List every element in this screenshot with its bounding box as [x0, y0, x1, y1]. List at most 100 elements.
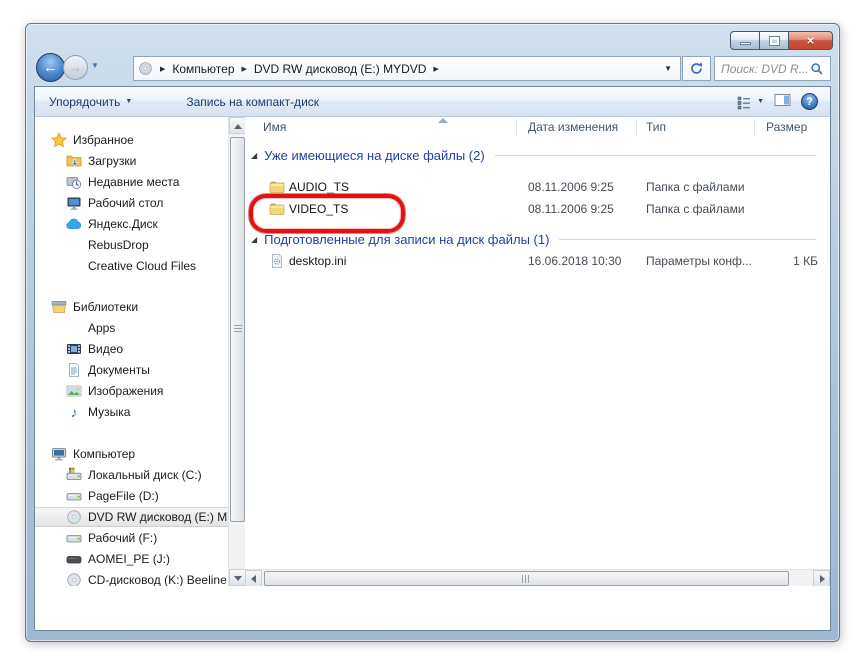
sidebar-item-apps[interactable]: Apps [35, 318, 228, 338]
recent-places-icon [66, 174, 82, 190]
scrollbar-thumb[interactable] [230, 137, 245, 522]
sidebar-item-drive-k[interactable]: CD-дисковод (K:) Beeline [35, 570, 228, 586]
star-icon [51, 132, 67, 148]
burn-to-disc-button[interactable]: Запись на компакт-диск [178, 90, 327, 114]
sidebar-item-creative-cloud-files[interactable]: Creative Cloud Files [35, 256, 228, 276]
group-expanded-icon: ◢ [251, 235, 257, 244]
help-button[interactable]: ? [801, 93, 818, 110]
address-bar[interactable]: ▶ Компьютер ▶ DVD RW дисковод (E:) MYDVD… [133, 56, 681, 81]
scroll-right-button[interactable] [813, 570, 830, 586]
organize-label: Упорядочить [49, 95, 120, 109]
drive-icon [66, 530, 82, 546]
triangle-up-icon [234, 124, 242, 129]
libraries-icon [51, 299, 67, 315]
close-icon: × [807, 33, 815, 48]
scrollbar-grip [522, 575, 531, 583]
file-list-pane: Имя Дата изменения Тип Размер ◢ Уже имею… [245, 117, 830, 569]
search-input[interactable]: Поиск: DVD R... [714, 56, 831, 81]
sidebar-item-label: Музыка [88, 405, 130, 419]
back-button[interactable]: ← [36, 53, 65, 82]
triangle-left-icon [251, 575, 256, 583]
breadcrumb-separator-icon: ▶ [433, 65, 438, 73]
toolbar-right-icons: ▼ ? [736, 92, 830, 111]
sidebar-item-downloads[interactable]: Загрузки [35, 151, 228, 171]
sidebar-item-label: AOMEI_PE (J:) [88, 552, 170, 566]
sidebar-item-label: Изображения [88, 384, 163, 398]
column-divider[interactable] [636, 119, 637, 137]
scrollbar-thumb[interactable] [264, 571, 789, 586]
file-type: Папка с файлами [646, 202, 745, 216]
recent-pages-dropdown[interactable]: ▼ [91, 61, 99, 70]
pictures-icon [66, 383, 82, 399]
navigation-pane: Избранное Загрузки Недавние места [35, 117, 228, 586]
sidebar-item-desktop[interactable]: Рабочий стол [35, 193, 228, 213]
column-header-type[interactable]: Тип [646, 120, 666, 134]
sidebar-item-drive-d[interactable]: PageFile (D:) [35, 486, 228, 506]
group-divider-line [495, 155, 816, 156]
sidebar-item-music[interactable]: ♪ Музыка [35, 402, 228, 422]
forward-button[interactable]: → [63, 55, 88, 80]
triangle-right-icon [820, 575, 825, 583]
group-label: Уже имеющиеся на диске файлы (2) [264, 148, 485, 163]
client-area: Упорядочить ▼ Запись на компакт-диск [34, 86, 831, 631]
refresh-icon [689, 61, 704, 76]
file-date: 16.06.2018 10:30 [528, 254, 621, 268]
scroll-down-button[interactable] [229, 569, 246, 586]
minimize-icon [740, 42, 751, 45]
file-row-desktop-ini[interactable]: desktop.ini 16.06.2018 10:30 Параметры к… [245, 251, 830, 271]
sidebar-item-label: Загрузки [88, 154, 136, 168]
minimize-button[interactable] [730, 31, 760, 50]
file-list-horizontal-scrollbar[interactable] [245, 569, 830, 586]
views-button[interactable]: ▼ [736, 94, 764, 110]
sidebar-item-drive-c[interactable]: Локальный диск (C:) [35, 465, 228, 485]
scroll-left-button[interactable] [245, 570, 262, 586]
sidebar-item-rebusdrop[interactable]: RebusDrop [35, 235, 228, 255]
file-name: desktop.ini [289, 254, 346, 268]
sidebar-item-documents[interactable]: Документы [35, 360, 228, 380]
scroll-up-button[interactable] [229, 117, 246, 134]
search-icon[interactable] [810, 62, 824, 76]
column-header-name[interactable]: Имя [263, 120, 286, 134]
file-size: 1 КБ [754, 254, 818, 268]
sidebar-item-dvd-drive-e[interactable]: DVD RW дисковод (E:) MYD [35, 507, 228, 527]
breadcrumb-item-computer[interactable]: Компьютер [172, 62, 234, 76]
sidebar-item-yandex-disk[interactable]: Яндекс.Диск [35, 214, 228, 234]
sidebar-item-label: Рабочий (F:) [88, 531, 157, 545]
downloads-folder-icon [66, 153, 82, 169]
sidebar-item-label: Избранное [73, 133, 134, 147]
column-divider[interactable] [754, 119, 755, 137]
column-header-size[interactable]: Размер [766, 120, 807, 134]
sidebar-item-computer[interactable]: Компьютер [35, 444, 228, 464]
drive-icon [66, 488, 82, 504]
computer-icon [51, 446, 67, 462]
organize-button[interactable]: Упорядочить ▼ [41, 90, 140, 114]
close-button[interactable]: × [788, 31, 833, 50]
desktop-icon [66, 195, 82, 211]
column-header-date[interactable]: Дата изменения [528, 120, 618, 134]
sidebar-scrollbar[interactable] [228, 117, 245, 586]
sidebar-item-favorites[interactable]: Избранное [35, 130, 228, 150]
chevron-down-icon: ▼ [91, 61, 99, 70]
column-divider[interactable] [516, 119, 517, 137]
breadcrumb-item-dvd-drive[interactable]: DVD RW дисковод (E:) MYDVD [254, 62, 427, 76]
sidebar-item-label: CD-дисковод (K:) Beeline [88, 573, 227, 586]
sidebar-item-label: PageFile (D:) [88, 489, 159, 503]
system-drive-icon [66, 467, 82, 483]
sidebar-item-label: Creative Cloud Files [88, 259, 196, 273]
group-header-existing-files[interactable]: ◢ Уже имеющиеся на диске файлы (2) [245, 145, 820, 165]
window-controls: × [731, 31, 833, 50]
preview-pane-button[interactable] [774, 92, 791, 111]
sidebar-item-videos[interactable]: Видео [35, 339, 228, 359]
sidebar-item-recent-places[interactable]: Недавние места [35, 172, 228, 192]
address-dropdown-icon[interactable]: ▼ [660, 64, 676, 73]
chevron-down-icon: ▼ [757, 98, 764, 105]
sidebar-item-drive-f[interactable]: Рабочий (F:) [35, 528, 228, 548]
dark-drive-icon [66, 551, 82, 567]
sidebar-item-pictures[interactable]: Изображения [35, 381, 228, 401]
sidebar-item-libraries[interactable]: Библиотеки [35, 297, 228, 317]
maximize-button[interactable] [759, 31, 789, 50]
documents-icon [66, 362, 82, 378]
sidebar-item-drive-j[interactable]: AOMEI_PE (J:) [35, 549, 228, 569]
refresh-button[interactable] [682, 56, 711, 81]
breadcrumb-separator-icon: ▶ [242, 65, 247, 73]
